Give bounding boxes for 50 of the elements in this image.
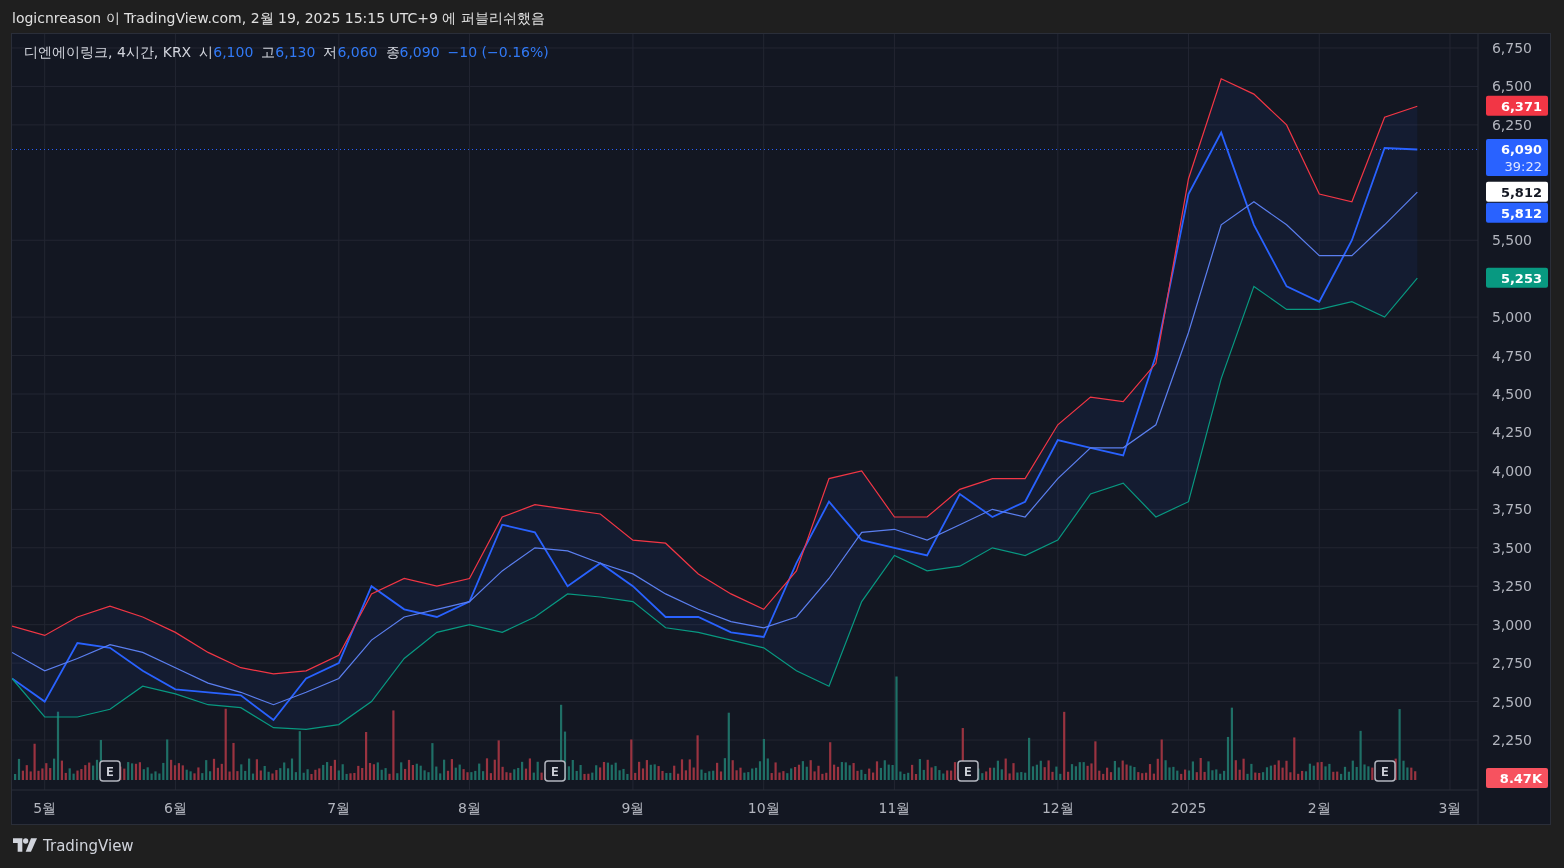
price-tick: 3,500 [1491, 539, 1532, 556]
price-tag: 5,253 [1486, 267, 1548, 288]
ohlc-label: 저 [323, 44, 338, 62]
ohlc-label: 시 [199, 44, 214, 62]
price-tick: 3,250 [1491, 578, 1532, 595]
time-tick: 7월 [327, 800, 351, 816]
price-tag: 5,812 [1486, 181, 1548, 202]
time-tick: 3월 [1438, 800, 1462, 816]
ohlc-value: 6,130 [275, 44, 316, 60]
time-tick: 5월 [33, 800, 57, 816]
time-tick: 10월 [747, 800, 780, 816]
price-tick: 5,000 [1491, 309, 1532, 326]
price-tag: 8.47K [1486, 768, 1548, 788]
price-tick: 4,750 [1491, 347, 1532, 364]
price-tick: 4,000 [1491, 462, 1532, 479]
time-tick: 8월 [458, 800, 481, 816]
price-tick: 2,250 [1491, 732, 1532, 748]
price-tag: 6,090 39:22 [1486, 139, 1548, 176]
ohlc-value: 6,090 [399, 44, 440, 60]
price-tick: 4,500 [1491, 386, 1532, 402]
price-tick: 2,500 [1491, 693, 1532, 710]
price-tick: 3,000 [1491, 616, 1532, 633]
ohlc-label: 종 [385, 44, 400, 62]
price-tick: 6,250 [1491, 116, 1532, 133]
price-tick: 5,500 [1491, 232, 1532, 249]
earnings-marker[interactable]: E [99, 760, 121, 782]
time-tick: 9월 [621, 800, 645, 816]
time-tick: 2월 [1307, 800, 1331, 816]
ohlc-value: 6,060 [337, 44, 378, 60]
ohlc-value: 6,100 [213, 44, 254, 60]
publish-info: logicnreason 이 TradingView.com, 2월 19, 2025 15:15 UTC+9 에 퍼블리쉬했음 [11, 9, 546, 28]
time-tick: 2025 [1170, 800, 1207, 816]
earnings-marker[interactable]: E [1374, 760, 1396, 782]
earnings-marker[interactable]: E [957, 760, 979, 782]
price-change: −10 (−0.16%) [447, 44, 549, 60]
price-tick: 6,750 [1491, 40, 1532, 56]
symbol-title: 디엔에이링크, 4시간, KRX [24, 44, 192, 62]
price-tick: 4,250 [1491, 424, 1532, 441]
earnings-marker[interactable]: E [544, 760, 566, 782]
ohlc-label: 고 [261, 44, 276, 62]
logo-icon[interactable] [13, 837, 37, 852]
price-tick: 2,750 [1491, 655, 1532, 672]
time-tick: 6월 [163, 800, 187, 816]
price-tick: 6,500 [1491, 78, 1532, 95]
price-tag: 5,812 [1486, 202, 1548, 223]
brand-name[interactable]: TradingView [43, 837, 134, 855]
price-tick: 3,750 [1491, 501, 1532, 518]
time-tick: 11월 [878, 800, 911, 816]
price-tag: 6,371 [1486, 95, 1548, 116]
time-tick: 12월 [1041, 800, 1074, 816]
